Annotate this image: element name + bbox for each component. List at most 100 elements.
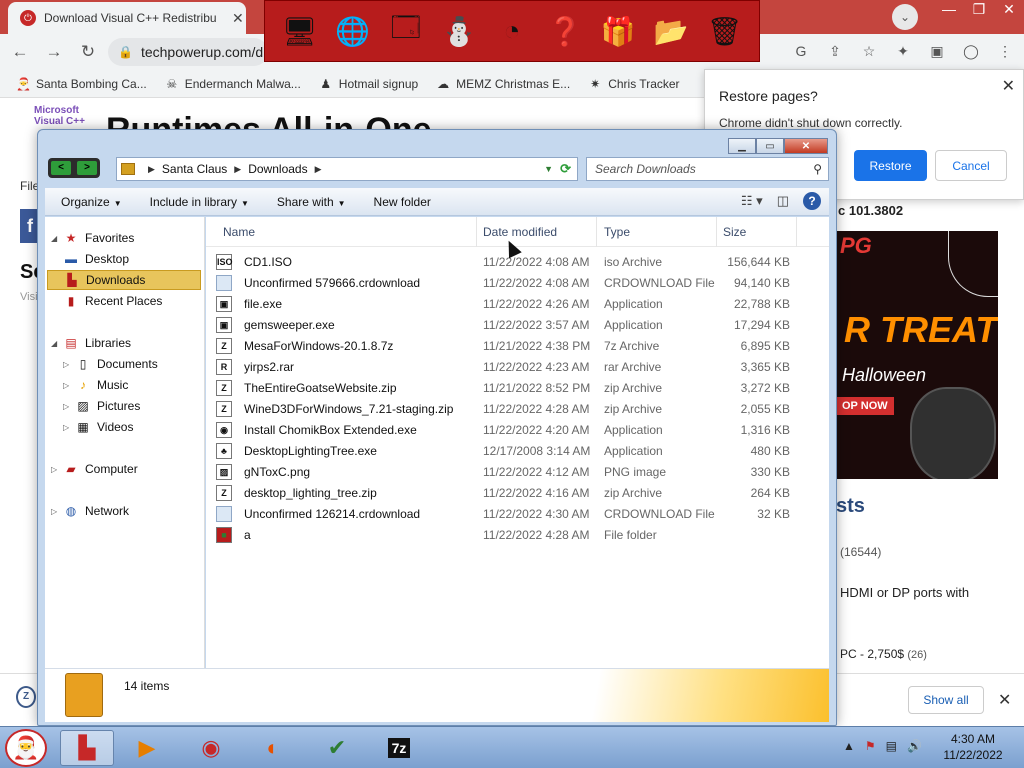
- menu-icon[interactable]: ⋮: [994, 40, 1016, 62]
- chevron-right-icon[interactable]: ▶: [148, 164, 155, 175]
- include-in-library-button[interactable]: Include in library ▼: [134, 195, 261, 209]
- profile-avatar[interactable]: ◯: [960, 40, 982, 62]
- share-with-button[interactable]: Share with ▼: [261, 195, 358, 209]
- column-divider[interactable]: [596, 217, 597, 247]
- reload-icon[interactable]: ↻: [74, 38, 102, 66]
- close-icon[interactable]: ✕: [784, 138, 828, 154]
- bookmark-item[interactable]: ☠ Endermanch Malwa...: [165, 77, 300, 91]
- address-bar[interactable]: ▶ Santa Claus ▶ Downloads ▶ ▼ ⟳: [116, 157, 578, 181]
- expand-triangle-icon[interactable]: ▷: [63, 423, 75, 432]
- folder-icon[interactable]: 📂: [648, 8, 694, 54]
- network-tray-icon[interactable]: ▤: [886, 739, 897, 753]
- maximize-icon[interactable]: ▭: [756, 138, 784, 154]
- close-icon[interactable]: ✕: [994, 0, 1024, 34]
- expand-triangle-icon[interactable]: ▷: [51, 465, 63, 474]
- search-icon[interactable]: ⚲: [813, 162, 822, 176]
- new-folder-button[interactable]: New folder: [358, 195, 443, 209]
- show-hidden-icons-icon[interactable]: ▲: [843, 739, 855, 753]
- refresh-icon[interactable]: ⟳: [560, 161, 571, 177]
- bookmark-item[interactable]: ✷ Chris Tracker: [588, 77, 679, 91]
- cancel-button[interactable]: Cancel: [935, 150, 1007, 181]
- column-header-date[interactable]: Date modified: [483, 225, 557, 239]
- ad-shop-button[interactable]: OP NOW: [836, 397, 894, 415]
- extensions-icon[interactable]: ✦: [892, 40, 914, 62]
- nav-network[interactable]: ▷ ◍ Network: [51, 501, 129, 521]
- bookmark-item[interactable]: 🎅 Santa Bombing Ca...: [16, 77, 147, 91]
- chrome-tab-search-icon[interactable]: ⌄: [892, 4, 918, 30]
- help-icon[interactable]: ?: [803, 192, 821, 210]
- gift-icon[interactable]: 🎁: [595, 8, 641, 54]
- file-row[interactable]: Unconfirmed 126214.crdownload 11/22/2022 …: [206, 503, 829, 524]
- file-row[interactable]: ♣ DesktopLightingTree.exe 12/17/2008 3:14 …: [206, 440, 829, 461]
- nav-music[interactable]: ▷ ♪ Music: [63, 375, 128, 395]
- tab-close-icon[interactable]: ✕: [232, 10, 244, 27]
- view-options-icon[interactable]: ☷ ▾: [741, 193, 763, 209]
- file-row[interactable]: Zdesktop_lighting_tree.zip 11/22/2022 4:1…: [206, 482, 829, 503]
- column-divider[interactable]: [716, 217, 717, 247]
- restore-icon[interactable]: ❐: [964, 0, 994, 34]
- post-title[interactable]: PC - 2,750$ (26): [840, 647, 927, 661]
- back-icon[interactable]: <: [51, 161, 71, 175]
- column-header-size[interactable]: Size: [723, 225, 746, 239]
- chevron-right-icon[interactable]: ▶: [315, 164, 322, 175]
- browser-tab[interactable]: ⏻ Download Visual C++ Redistribu ✕: [8, 2, 246, 34]
- preview-pane-icon[interactable]: ◫: [777, 193, 789, 209]
- taskbar-7zip-button[interactable]: 7z: [372, 730, 426, 766]
- forward-icon[interactable]: >: [77, 161, 97, 175]
- expand-triangle-icon[interactable]: ◢: [51, 234, 63, 243]
- forward-icon[interactable]: →: [40, 38, 68, 66]
- taskbar-media-button[interactable]: ▶: [120, 730, 174, 766]
- share-icon[interactable]: ⇪: [824, 40, 846, 62]
- chevron-down-icon[interactable]: ▼: [544, 164, 553, 174]
- breadcrumb-downloads[interactable]: Downloads: [248, 162, 307, 176]
- pie-chart-icon[interactable]: ◔: [489, 8, 535, 54]
- taskbar-chrome-button[interactable]: ◉: [184, 730, 238, 766]
- google-icon[interactable]: G: [790, 40, 812, 62]
- help-icon[interactable]: ❓: [542, 8, 588, 54]
- column-divider[interactable]: [476, 217, 477, 247]
- file-row[interactable]: ◉ Install ChomikBox Extended.exe 11/22/202…: [206, 419, 829, 440]
- start-button[interactable]: 🎅: [5, 729, 47, 767]
- sidepanel-icon[interactable]: ▣: [926, 40, 948, 62]
- snowman-icon[interactable]: ⛄: [436, 8, 482, 54]
- globe-icon[interactable]: 🌐: [330, 8, 376, 54]
- expand-triangle-icon[interactable]: ▷: [63, 402, 75, 411]
- column-header-name[interactable]: Name: [223, 225, 255, 239]
- nav-documents[interactable]: ▷ ▯ Documents: [63, 354, 158, 374]
- file-row[interactable]: Z MesaForWindows-20.1.8.7z 11/21/2022 4:38…: [206, 335, 829, 356]
- clock[interactable]: 4:30 AM 11/22/2022: [940, 732, 1006, 762]
- back-icon[interactable]: ←: [6, 38, 34, 66]
- taskbar-checklist-button[interactable]: ✔: [310, 730, 364, 766]
- expand-triangle-icon[interactable]: ▷: [51, 507, 63, 516]
- control-panel-icon[interactable]: 🗔: [383, 8, 429, 54]
- restore-button[interactable]: Restore: [854, 150, 927, 181]
- minimize-icon[interactable]: ▁: [728, 138, 756, 154]
- post-title[interactable]: HDMI or DP ports with: [840, 585, 969, 600]
- show-all-button[interactable]: Show all: [908, 686, 984, 714]
- file-row[interactable]: Z WineD3DForWindows_7.21-staging.zip 11/22…: [206, 398, 829, 419]
- column-header-type[interactable]: Type: [604, 225, 630, 239]
- ad-banner[interactable]: PG R TREAT Halloween OP NOW: [836, 231, 998, 479]
- nav-downloads[interactable]: ▙ Downloads: [47, 270, 201, 290]
- file-row[interactable]: ▨ gNToxC.png 11/22/2022 4:12 AM PNG image 33…: [206, 461, 829, 482]
- file-row[interactable]: ■ a 11/22/2022 4:28 AM File folder: [206, 524, 829, 545]
- nav-favorites[interactable]: ◢ ★ Favorites: [51, 228, 134, 248]
- column-divider[interactable]: [796, 217, 797, 247]
- organize-button[interactable]: Organize ▼: [45, 195, 134, 209]
- volume-icon[interactable]: 🔊: [907, 739, 922, 753]
- computer-santa-icon[interactable]: 🖥: [277, 8, 323, 54]
- nav-libraries[interactable]: ◢ ▤ Libraries: [51, 333, 131, 353]
- search-input[interactable]: Search Downloads ⚲: [586, 157, 829, 181]
- expand-triangle-icon[interactable]: ▷: [63, 381, 75, 390]
- download-item-icon[interactable]: Z: [16, 686, 36, 708]
- action-center-icon[interactable]: ⚑: [865, 739, 876, 753]
- bookmark-star-icon[interactable]: ☆: [858, 40, 880, 62]
- nav-videos[interactable]: ▷ ▦ Videos: [63, 417, 133, 437]
- breadcrumb-santa-claus[interactable]: Santa Claus: [162, 162, 227, 176]
- address-bar[interactable]: 🔒 techpowerup.com/d: [108, 38, 268, 66]
- bookmark-item[interactable]: ☁ MEMZ Christmas E...: [436, 77, 570, 91]
- file-row[interactable]: ▣ gemsweeper.exe 11/22/2022 3:57 AM Applica…: [206, 314, 829, 335]
- nav-computer[interactable]: ▷ ▰ Computer: [51, 459, 138, 479]
- bookmark-item[interactable]: ♟ Hotmail signup: [319, 77, 418, 91]
- expand-triangle-icon[interactable]: ▷: [63, 360, 75, 369]
